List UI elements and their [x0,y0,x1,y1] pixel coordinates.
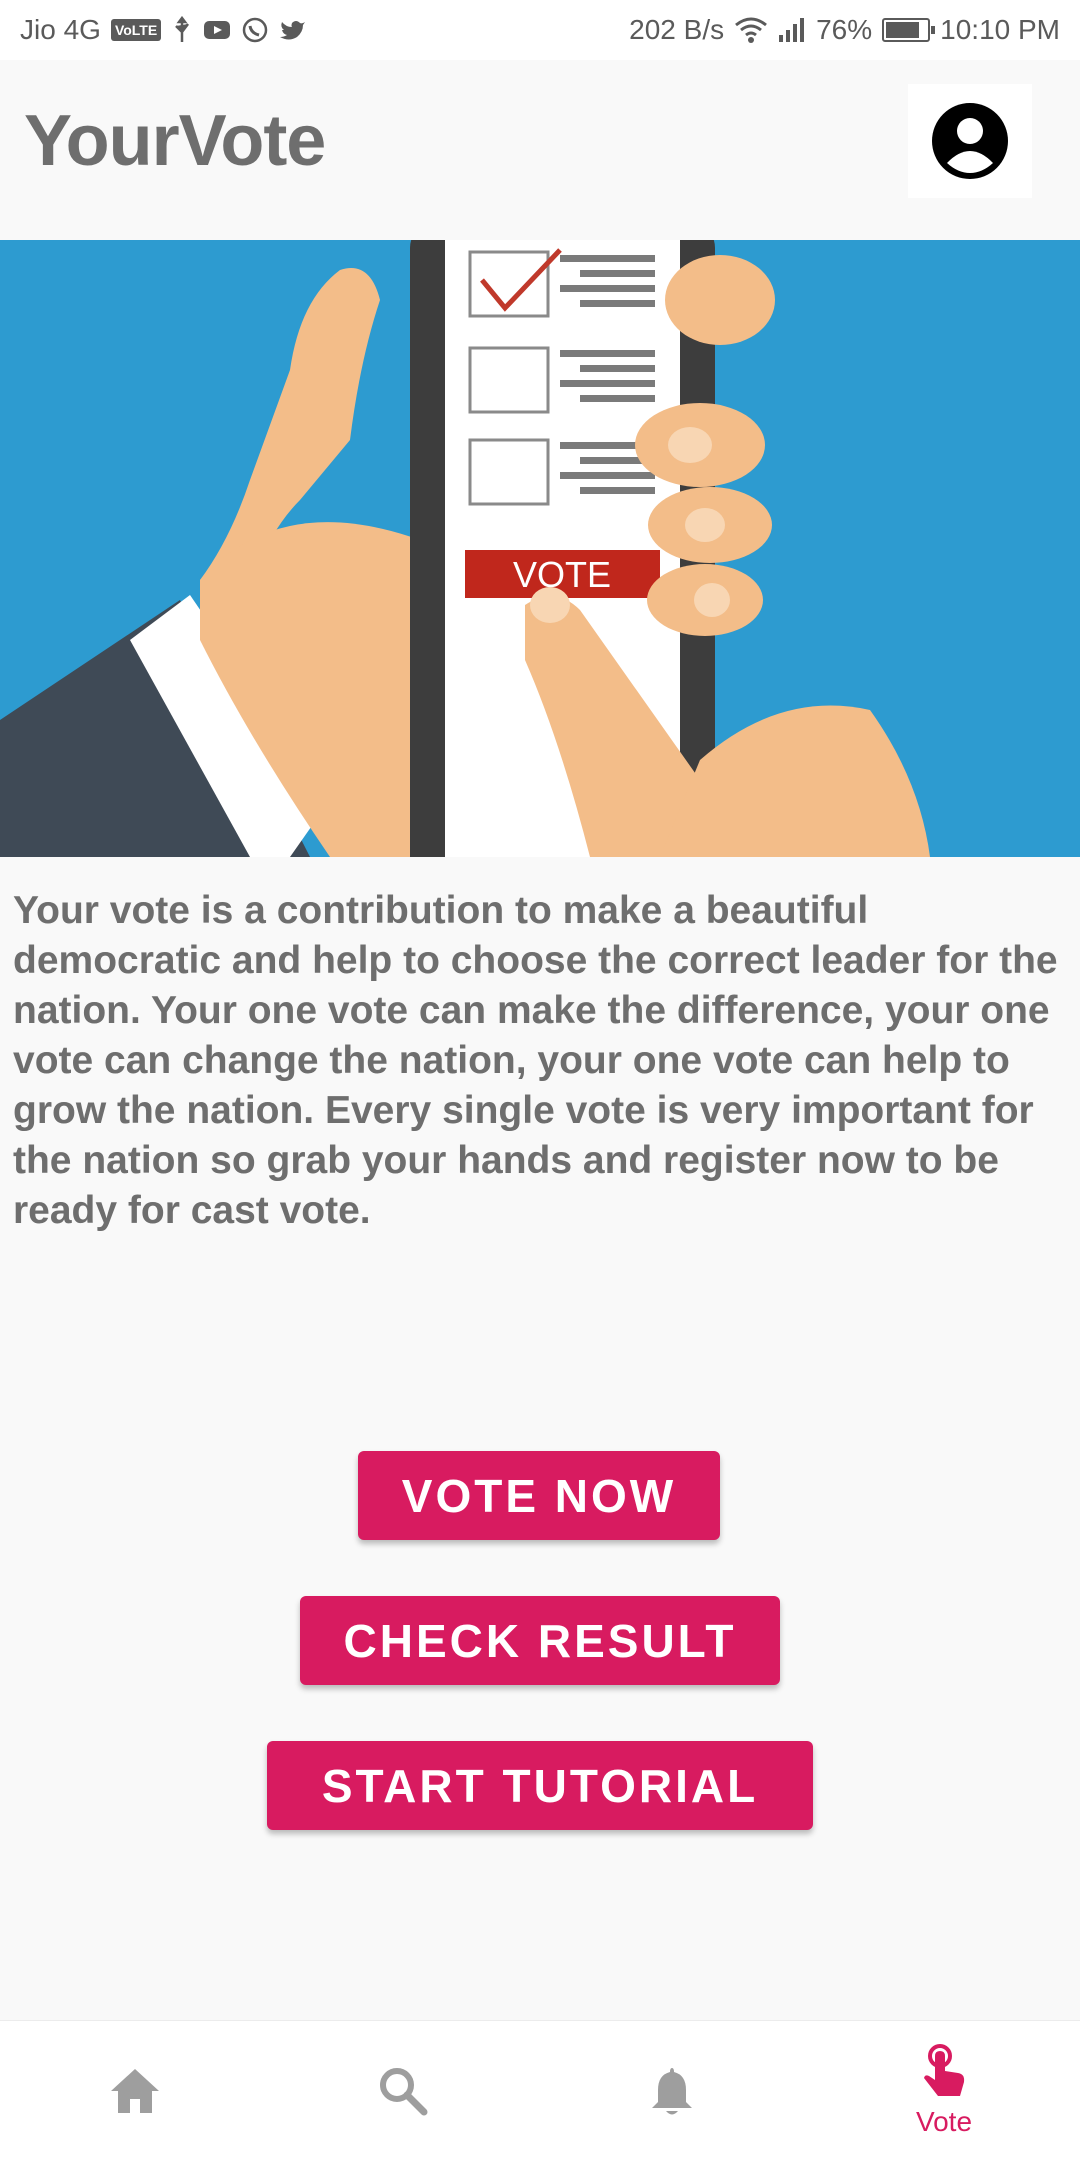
nav-vote-label: Vote [915,2106,973,2137]
account-icon [932,103,1008,179]
net-speed: 202 B/s [629,14,725,45]
status-bar: Jio 4G VoLTE 202 B/s 76% 10:10 PM [0,0,1080,60]
app-bar: YourVote [0,60,1080,240]
whatsapp-icon [241,16,269,44]
bell-icon [652,2068,692,2115]
phone-vote-label: VOTE [513,554,611,595]
clock: 10:10 PM [940,14,1060,45]
search-icon [380,2068,428,2116]
nav-vote[interactable]: Vote [844,2021,1044,2160]
touch-icon [924,2044,965,2096]
youtube-icon [203,19,231,41]
wifi-icon [734,16,768,44]
vote-now-button[interactable]: VOTE NOW [358,1451,720,1540]
home-icon [111,2069,159,2113]
hero-illustration: VOTE [0,240,1080,857]
nav-home[interactable] [35,2021,235,2160]
battery-icon [882,18,936,42]
account-button[interactable] [908,84,1032,198]
carrier-label: Jio 4G [20,14,101,45]
bottom-navigation: Vote [0,2020,1080,2160]
voting-phone-illustration: VOTE [0,240,1080,857]
usb-icon [171,16,193,44]
app-title: YourVote [24,101,326,181]
start-tutorial-button[interactable]: START TUTORIAL [267,1741,813,1830]
nav-search[interactable] [303,2021,503,2160]
status-right: 202 B/s 76% 10:10 PM [629,14,1060,46]
check-result-button[interactable]: CHECK RESULT [300,1596,780,1685]
nav-notifications[interactable] [572,2021,772,2160]
twitter-icon [279,18,307,42]
battery-percent: 76% [816,14,873,45]
signal-icon [778,17,806,43]
status-left: Jio 4G VoLTE [20,14,307,46]
volte-badge: VoLTE [110,19,162,41]
description-text: Your vote is a contribution to make a be… [13,889,1058,1232]
